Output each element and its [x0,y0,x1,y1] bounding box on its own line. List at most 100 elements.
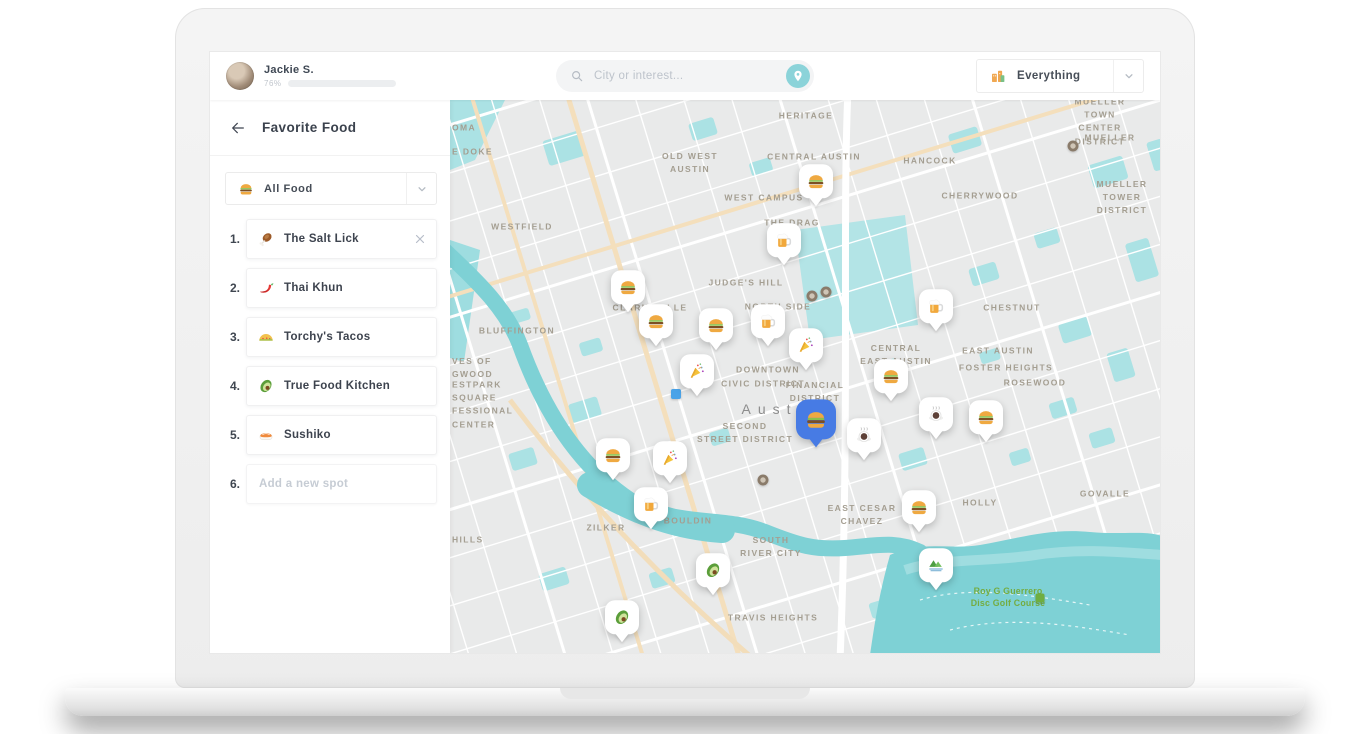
beer-icon [926,296,946,316]
chevron-down-icon[interactable] [406,173,436,204]
list-item: 3. Torchy's Tacos [210,317,437,357]
search-icon [570,69,584,83]
filter-label: Everything [1017,70,1081,82]
map-marker-avocado[interactable] [605,600,639,635]
chevron-down-icon[interactable] [1113,60,1143,92]
map-marker-coffee[interactable] [919,397,953,432]
burger-icon [909,497,929,517]
spot-card[interactable]: Sushiko [246,415,437,455]
marker-pin [847,418,881,453]
profile-progress-percent: 76% [264,79,282,88]
marker-pin [919,289,953,324]
map-marker-park[interactable] [919,548,953,583]
map-marker-burger[interactable] [902,490,936,525]
burger-icon [806,171,826,191]
meat-icon [257,230,275,248]
burger-icon [603,445,623,465]
marker-pin [874,359,908,394]
list-item-rank: 1. [230,232,241,246]
close-icon[interactable] [414,233,426,245]
list-item-rank: 4. [230,379,241,393]
map-marker-burger[interactable] [874,359,908,394]
list-item: 4. True Food Kitchen [210,366,437,406]
party-icon [660,448,680,468]
map-marker-burger[interactable] [799,164,833,199]
taco-icon [257,328,275,346]
poi-icon [806,290,818,302]
map-marker-beer[interactable] [767,223,801,258]
topbar: Jackie S. 76% Everything [210,52,1160,100]
coffee-icon [926,404,946,424]
party-icon [687,361,707,381]
everything-filter-dropdown[interactable]: Everything [976,59,1144,93]
marker-pin [699,308,733,343]
food-category-dropdown[interactable]: All Food [225,172,437,205]
app-window: Jackie S. 76% Everything [210,52,1160,653]
avocado-icon [612,607,632,627]
map-marker-burger[interactable] [639,304,673,339]
map-marker-beer[interactable] [919,289,953,324]
user-profile[interactable]: Jackie S. 76% [226,62,396,90]
map-marker-burger[interactable] [969,400,1003,435]
list-item-rank: 6. [230,477,241,491]
marker-pin [796,399,836,440]
map-marker-party[interactable] [789,328,823,363]
map-marker-burger[interactable] [596,438,630,473]
city-icon [989,67,1007,85]
map-marker-beer[interactable] [634,487,668,522]
back-button[interactable] [230,120,246,136]
marker-pin [789,328,823,363]
marker-pin [639,304,673,339]
map-marker-party[interactable] [653,441,687,476]
chili-icon [257,279,275,297]
map-marker-burger[interactable] [611,270,645,305]
marker-pin [767,223,801,258]
burger-icon [238,181,254,197]
category-label: All Food [264,182,313,195]
marker-pin [799,164,833,199]
party-icon [796,335,816,355]
locate-me-button[interactable] [786,64,810,88]
marker-pin [611,270,645,305]
beer-icon [641,494,661,514]
search-bar[interactable] [556,60,814,92]
spot-card[interactable]: True Food Kitchen [246,366,437,406]
spot-label: Thai Khun [284,282,343,294]
list-item-rank: 2. [230,281,241,295]
coffee-icon [854,425,874,445]
laptop-lid: Jackie S. 76% Everything [175,8,1195,688]
map-marker-burger[interactable] [699,308,733,343]
page-title: Favorite Food [262,120,357,135]
map-marker-coffee[interactable] [847,418,881,453]
map-marker-beer[interactable] [751,304,785,339]
golf-poi-icon [1035,593,1045,603]
map-marker-avocado[interactable] [696,553,730,588]
search-input[interactable] [592,69,778,83]
marker-pin [605,600,639,635]
avocado-icon [703,560,723,580]
spot-card[interactable]: Thai Khun [246,268,437,308]
sushi-icon [257,426,275,444]
favorite-food-list: 1. The Salt Lick 2. Thai Khun 3. Torchy's Tac… [210,219,450,504]
burger-icon [618,277,638,297]
profile-progress-bar [287,80,396,87]
map-marker-party[interactable] [680,354,714,389]
laptop-base [65,688,1305,716]
sidebar: Favorite Food All Food 1. The Salt Lick 2.… [210,100,450,653]
laptop-notch [560,688,810,699]
list-item: 1. The Salt Lick [210,219,437,259]
add-new-spot-input[interactable] [246,464,437,504]
marker-pin [653,441,687,476]
burger-icon [804,407,828,431]
marker-pin [902,490,936,525]
selected-map-marker-burger[interactable] [796,399,836,440]
spot-label: True Food Kitchen [284,380,391,392]
poi-icon [757,474,769,486]
metro-station-icon [671,389,681,399]
map[interactable]: HERITAGE MUELLER TOWN CENTER DISTRICT MUEL… [450,100,1160,653]
poi-icon [1067,140,1079,152]
spot-card[interactable]: Torchy's Tacos [246,317,437,357]
marker-pin [751,304,785,339]
spot-card[interactable]: The Salt Lick [246,219,437,259]
avatar[interactable] [226,62,254,90]
